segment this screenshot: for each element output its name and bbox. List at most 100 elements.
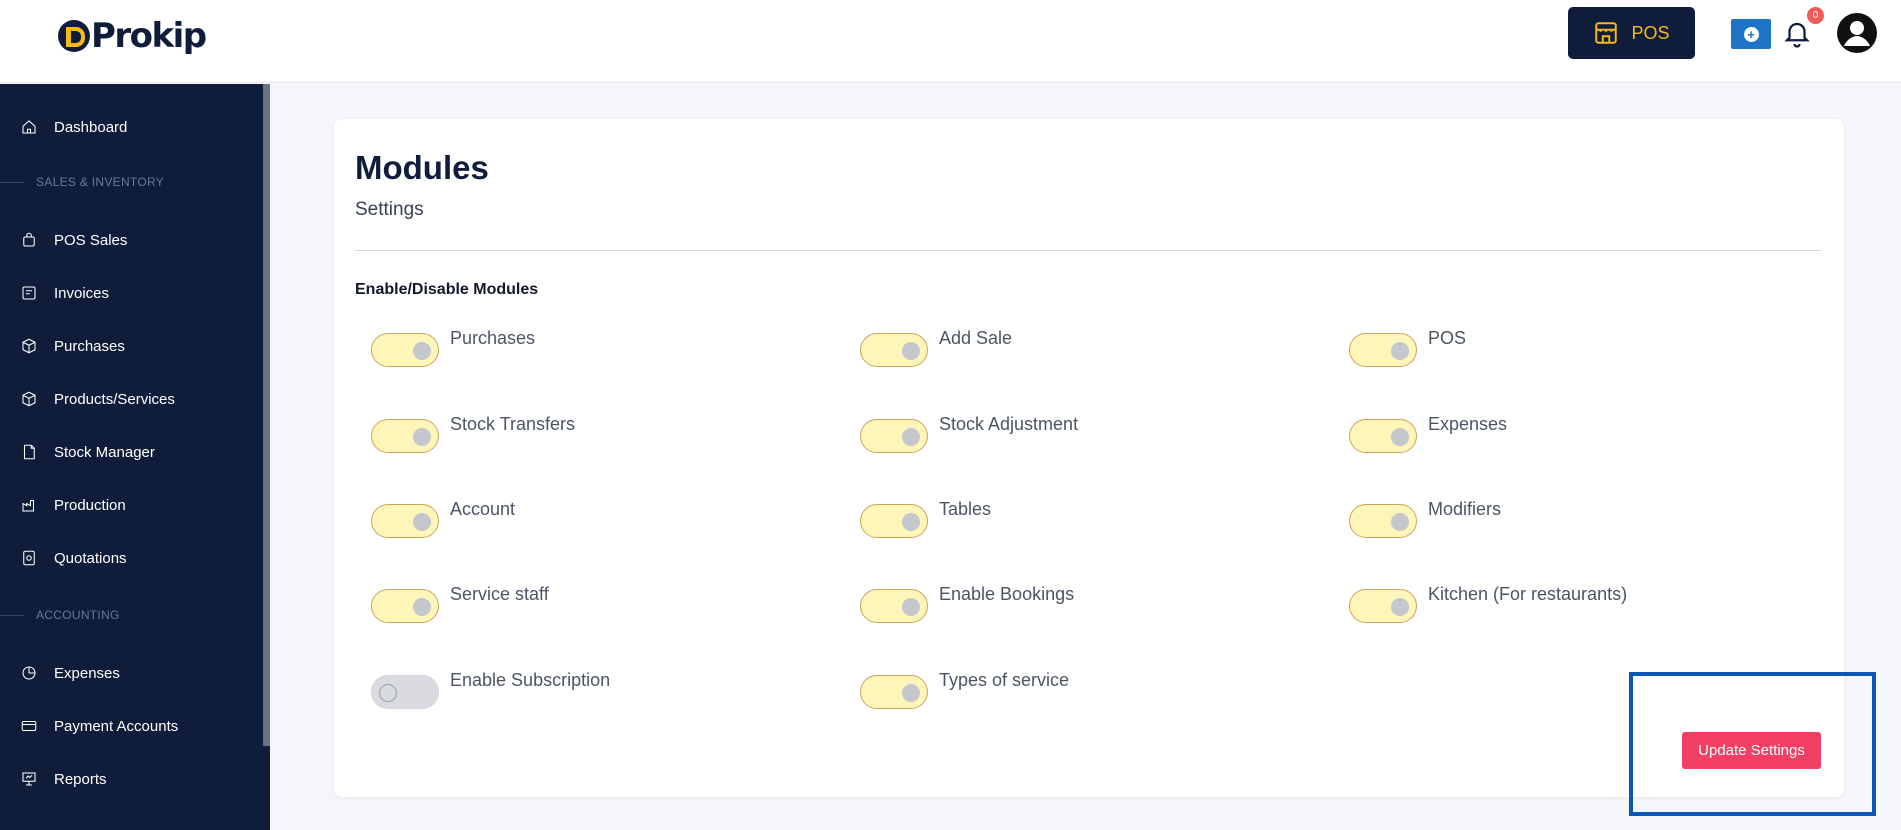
sidebar-item-payment-accounts[interactable]: Payment Accounts — [20, 711, 178, 741]
toggle-knob — [413, 342, 431, 360]
sidebar-item-reports[interactable]: Reports — [20, 764, 107, 794]
sidebar-item-products-services[interactable]: Products/Services — [20, 384, 175, 414]
page-subtitle: Settings — [355, 199, 424, 220]
quotation-icon — [23, 550, 35, 566]
sidebar-item-quotations[interactable]: Quotations — [20, 543, 127, 573]
toggle-enable-bookings[interactable] — [860, 589, 928, 623]
sidebar-item-label: POS Sales — [54, 231, 128, 249]
module-label: Stock Transfers — [450, 414, 576, 434]
purchase-box-icon — [22, 338, 36, 354]
toggle-purchases[interactable] — [371, 333, 439, 367]
invoice-icon — [22, 286, 36, 300]
toggle-knob — [413, 428, 431, 446]
sidebar-item-label: Purchases — [54, 337, 125, 355]
sidebar-item-production[interactable]: Production — [20, 490, 126, 520]
toggle-kitchen[interactable] — [1349, 589, 1417, 623]
module-enable-bookings: Enable Bookings — [860, 584, 1075, 623]
module-label: Expenses — [1428, 414, 1508, 434]
divider — [355, 250, 1821, 251]
section-label-sales-inventory: SALES & INVENTORY — [0, 172, 164, 192]
module-types-of-service: Types of service — [860, 670, 1070, 709]
toggle-knob — [379, 684, 397, 702]
toggle-knob — [902, 342, 920, 360]
toggle-knob — [1391, 513, 1409, 531]
toggle-modifiers[interactable] — [1349, 504, 1417, 538]
module-stock-adjustment: Stock Adjustment — [860, 414, 1079, 453]
module-label: Types of service — [939, 670, 1070, 690]
pos-button[interactable]: POS — [1568, 7, 1695, 59]
sidebar-item-invoices[interactable]: Invoices — [20, 278, 109, 308]
pie-chart-icon — [22, 666, 36, 680]
section-title: Enable/Disable Modules — [355, 281, 539, 298]
toggle-types-of-service[interactable] — [860, 675, 928, 709]
page-title: Modules — [355, 149, 489, 186]
sidebar-item-purchases[interactable]: Purchases — [20, 331, 125, 361]
home-icon — [22, 120, 36, 134]
module-label: Enable Subscription — [450, 670, 611, 690]
module-enable-subscription: Enable Subscription — [371, 670, 611, 709]
module-stock-transfers: Stock Transfers — [371, 414, 576, 453]
update-settings-button[interactable]: Update Settings — [1682, 732, 1821, 769]
module-account: Account — [371, 499, 516, 538]
module-pos: POS — [1349, 328, 1467, 367]
credit-card-icon — [21, 720, 37, 732]
toggle-knob — [1391, 342, 1409, 360]
module-label: Stock Adjustment — [939, 414, 1079, 434]
toggle-knob — [902, 684, 920, 702]
module-label: Kitchen (For restaurants) — [1428, 584, 1628, 604]
module-label: Service staff — [450, 584, 549, 604]
quick-add-button[interactable]: + — [1731, 19, 1771, 49]
module-purchases: Purchases — [371, 328, 536, 367]
module-label: Modifiers — [1428, 499, 1502, 519]
toggle-pos[interactable] — [1349, 333, 1417, 367]
prokip-logo[interactable]: Prokip — [58, 16, 207, 56]
toggle-knob — [1391, 428, 1409, 446]
toggle-service-staff[interactable] — [371, 589, 439, 623]
sidebar-item-stock-manager[interactable]: Stock Manager — [20, 437, 155, 467]
toggle-tables[interactable] — [860, 504, 928, 538]
module-label: POS — [1428, 328, 1467, 348]
toggle-account[interactable] — [371, 504, 439, 538]
top-bar: Prokip POS + 0 — [0, 0, 1901, 83]
plus-circle-icon: + — [1743, 26, 1759, 42]
factory-icon — [22, 499, 35, 512]
toggle-knob — [902, 513, 920, 531]
toggle-stock-adjustment[interactable] — [860, 419, 928, 453]
bell-icon[interactable] — [1782, 18, 1812, 50]
sidebar-item-label: Production — [54, 496, 126, 514]
sidebar-item-label: Reports — [54, 770, 107, 788]
toggle-add-sale[interactable] — [860, 333, 928, 367]
sidebar-item-pos-sales[interactable]: POS Sales — [20, 225, 127, 255]
module-kitchen: Kitchen (For restaurants) — [1349, 584, 1628, 623]
notification-badge: 0 — [1807, 7, 1824, 24]
sidebar-item-label: Dashboard — [54, 118, 128, 136]
toggle-knob — [413, 598, 431, 616]
module-label: Account — [450, 499, 516, 519]
section-label-accounting: ACCOUNTING — [0, 605, 120, 625]
module-label: Add Sale — [939, 328, 1013, 348]
module-label: Tables — [939, 499, 992, 519]
toggle-enable-subscription[interactable] — [371, 675, 439, 709]
sidebar-item-dashboard[interactable]: Dashboard — [20, 112, 127, 142]
sidebar-item-label: Payment Accounts — [54, 717, 179, 735]
sidebar-item-expenses[interactable]: Expenses — [20, 658, 120, 688]
sidebar-item-label: Products/Services — [54, 390, 175, 408]
module-tables: Tables — [860, 499, 992, 538]
sidebar-item-label: Stock Manager — [54, 443, 155, 461]
toggle-knob — [902, 598, 920, 616]
module-modifiers: Modifiers — [1349, 499, 1502, 538]
module-label: Purchases — [450, 328, 536, 348]
store-icon — [1595, 22, 1618, 44]
toggle-stock-transfers[interactable] — [371, 419, 439, 453]
module-add-sale: Add Sale — [860, 328, 1013, 367]
logo-mark-icon — [58, 20, 90, 52]
sidebar-scrollbar[interactable] — [263, 84, 270, 746]
sidebar-item-label: Quotations — [54, 549, 127, 567]
user-avatar-icon[interactable] — [1836, 12, 1878, 54]
module-service-staff: Service staff — [371, 584, 549, 623]
toggle-expenses[interactable] — [1349, 419, 1417, 453]
shopping-bag-icon — [23, 232, 35, 247]
sidebar-item-label: Invoices — [54, 284, 110, 302]
toggle-knob — [1391, 598, 1409, 616]
module-label: Enable Bookings — [939, 584, 1075, 604]
